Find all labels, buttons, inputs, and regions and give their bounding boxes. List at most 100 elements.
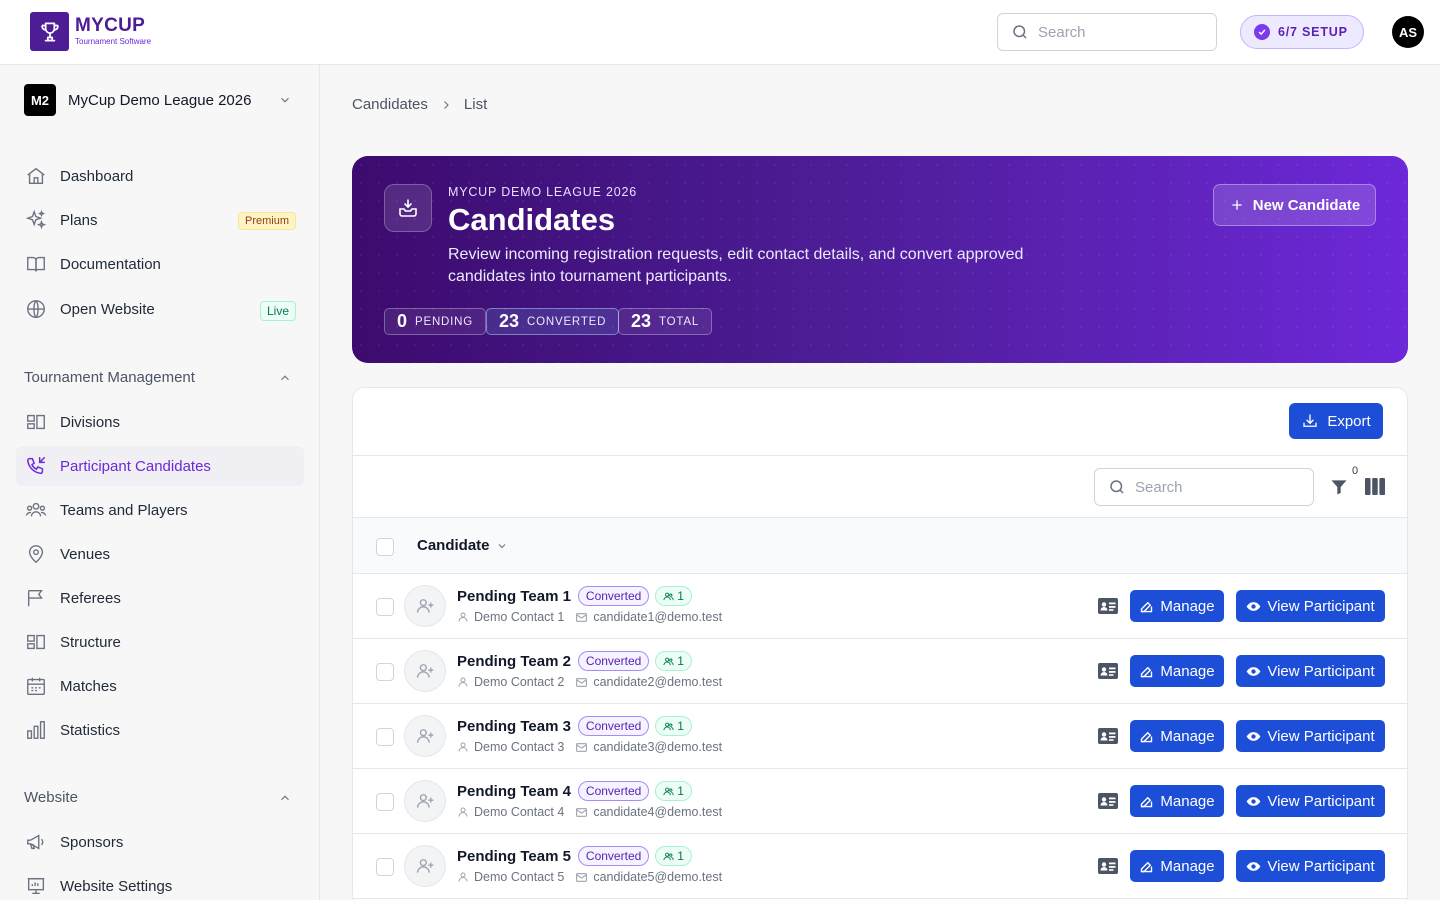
- map-pin-icon: [24, 542, 48, 566]
- table-row: Pending Team 5 Converted 1 Demo Contact …: [353, 834, 1407, 899]
- manage-label: Manage: [1160, 857, 1215, 875]
- id-card-icon[interactable]: [1098, 858, 1118, 874]
- user-icon: [458, 807, 468, 817]
- sidebar-item-website-settings[interactable]: Website Settings: [16, 866, 304, 900]
- status-badge: Converted: [577, 651, 650, 671]
- users-icon: [663, 787, 674, 795]
- sidebar-item-matches[interactable]: Matches: [16, 666, 304, 706]
- view-participant-button[interactable]: View Participant: [1236, 785, 1385, 817]
- setup-progress-button[interactable]: 6/7 SETUP: [1240, 15, 1364, 49]
- participant-count-badge: 1: [655, 651, 692, 671]
- sidebar-item-sponsors[interactable]: Sponsors: [16, 822, 304, 862]
- eye-icon: [1246, 601, 1261, 611]
- sidebar-item-dashboard[interactable]: Dashboard: [16, 156, 304, 196]
- row-checkbox[interactable]: [376, 598, 394, 616]
- row-checkbox[interactable]: [376, 793, 394, 811]
- section-label: Website: [24, 789, 78, 806]
- column-header-candidate[interactable]: Candidate: [417, 537, 508, 554]
- stat-pending: 0 PENDING: [384, 308, 487, 335]
- id-card-icon[interactable]: [1098, 598, 1118, 614]
- table-search-input[interactable]: Search: [1094, 468, 1314, 506]
- row-checkbox[interactable]: [376, 728, 394, 746]
- chevron-up-icon: [281, 374, 289, 380]
- sparkles-icon: [24, 208, 48, 232]
- presentation-icon: [24, 874, 48, 898]
- logo-name: MYCUP: [75, 15, 146, 36]
- status-badge: Converted: [577, 781, 650, 801]
- sidebar-item-teams-and-players[interactable]: Teams and Players: [16, 490, 304, 530]
- chevron-right-icon: [444, 100, 449, 109]
- sidebar-item-plans[interactable]: Plans Premium: [16, 200, 304, 240]
- filter-icon[interactable]: [1329, 477, 1349, 497]
- global-search-placeholder: Search: [1038, 23, 1086, 41]
- view-participant-button[interactable]: View Participant: [1236, 590, 1385, 622]
- sidebar-item-referees[interactable]: Referees: [16, 578, 304, 618]
- global-search-input[interactable]: Search: [997, 13, 1217, 51]
- stat-converted: 23 CONVERTED: [486, 308, 620, 335]
- view-participant-button[interactable]: View Participant: [1236, 850, 1385, 882]
- bar-chart-icon: [24, 718, 48, 742]
- manage-button[interactable]: Manage: [1130, 850, 1224, 882]
- sidebar-item-documentation[interactable]: Documentation: [16, 244, 304, 284]
- edit-icon: [1141, 601, 1153, 612]
- sidebar-item-statistics[interactable]: Statistics: [16, 710, 304, 750]
- contact-name: Demo Contact 3: [474, 740, 565, 754]
- section-tournament-management[interactable]: Tournament Management: [24, 369, 296, 386]
- column-header-label: Candidate: [417, 537, 490, 554]
- sidebar-item-divisions[interactable]: Divisions: [16, 402, 304, 442]
- mail-icon: [576, 807, 588, 817]
- structure-icon: [24, 630, 48, 654]
- section-website[interactable]: Website: [24, 789, 296, 806]
- sidebar-item-participant-candidates[interactable]: Participant Candidates: [16, 446, 304, 486]
- league-badge: M2: [24, 84, 56, 116]
- flag-icon: [24, 586, 48, 610]
- participant-count: 1: [677, 784, 684, 798]
- row-checkbox[interactable]: [376, 663, 394, 681]
- stat-label: PENDING: [415, 315, 474, 328]
- candidate-name: Pending Team 5: [457, 847, 571, 865]
- manage-button[interactable]: Manage: [1130, 785, 1224, 817]
- trophy-icon: [30, 12, 69, 51]
- logo[interactable]: MYCUP Tournament Software: [30, 12, 151, 51]
- participant-count-badge: 1: [655, 716, 692, 736]
- league-selector[interactable]: M2 MyCup Demo League 2026: [24, 84, 296, 116]
- breadcrumb-candidates[interactable]: Candidates: [352, 96, 428, 113]
- manage-button[interactable]: Manage: [1130, 590, 1224, 622]
- sidebar: M2 MyCup Demo League 2026 Dashboard Plan…: [0, 65, 320, 900]
- participant-count: 1: [677, 589, 684, 603]
- users-icon: [24, 498, 48, 522]
- contact-name: Demo Contact 1: [474, 610, 565, 624]
- contact-name: Demo Contact 2: [474, 675, 565, 689]
- sidebar-item-structure[interactable]: Structure: [16, 622, 304, 662]
- user-avatar[interactable]: AS: [1392, 16, 1424, 48]
- mail-icon: [576, 677, 588, 687]
- sidebar-item-venues[interactable]: Venues: [16, 534, 304, 574]
- sidebar-item-label: Referees: [60, 589, 121, 607]
- view-participant-button[interactable]: View Participant: [1236, 720, 1385, 752]
- columns-icon[interactable]: [1365, 478, 1385, 495]
- users-icon: [663, 722, 674, 730]
- participant-count: 1: [677, 719, 684, 733]
- export-button[interactable]: Export: [1289, 403, 1383, 439]
- candidate-name: Pending Team 1: [457, 587, 571, 605]
- new-candidate-button[interactable]: New Candidate: [1213, 184, 1376, 226]
- manage-button[interactable]: Manage: [1130, 720, 1224, 752]
- candidate-name: Pending Team 4: [457, 782, 571, 800]
- participant-count: 1: [677, 654, 684, 668]
- contact-email: candidate2@demo.test: [593, 675, 723, 689]
- id-card-icon[interactable]: [1098, 663, 1118, 679]
- view-participant-label: View Participant: [1267, 792, 1375, 810]
- id-card-icon[interactable]: [1098, 728, 1118, 744]
- manage-button[interactable]: Manage: [1130, 655, 1224, 687]
- check-icon: [1254, 24, 1270, 40]
- premium-badge: Premium: [237, 212, 296, 230]
- table-row: Pending Team 1 Converted 1 Demo Contact …: [353, 574, 1407, 639]
- view-participant-button[interactable]: View Participant: [1236, 655, 1385, 687]
- id-card-icon[interactable]: [1098, 793, 1118, 809]
- select-all-checkbox[interactable]: [376, 538, 394, 556]
- page-title: Candidates: [448, 202, 616, 237]
- row-checkbox[interactable]: [376, 858, 394, 876]
- participant-count-badge: 1: [655, 586, 692, 606]
- view-participant-label: View Participant: [1267, 857, 1375, 875]
- sidebar-item-open-website[interactable]: Open Website Live: [16, 289, 304, 329]
